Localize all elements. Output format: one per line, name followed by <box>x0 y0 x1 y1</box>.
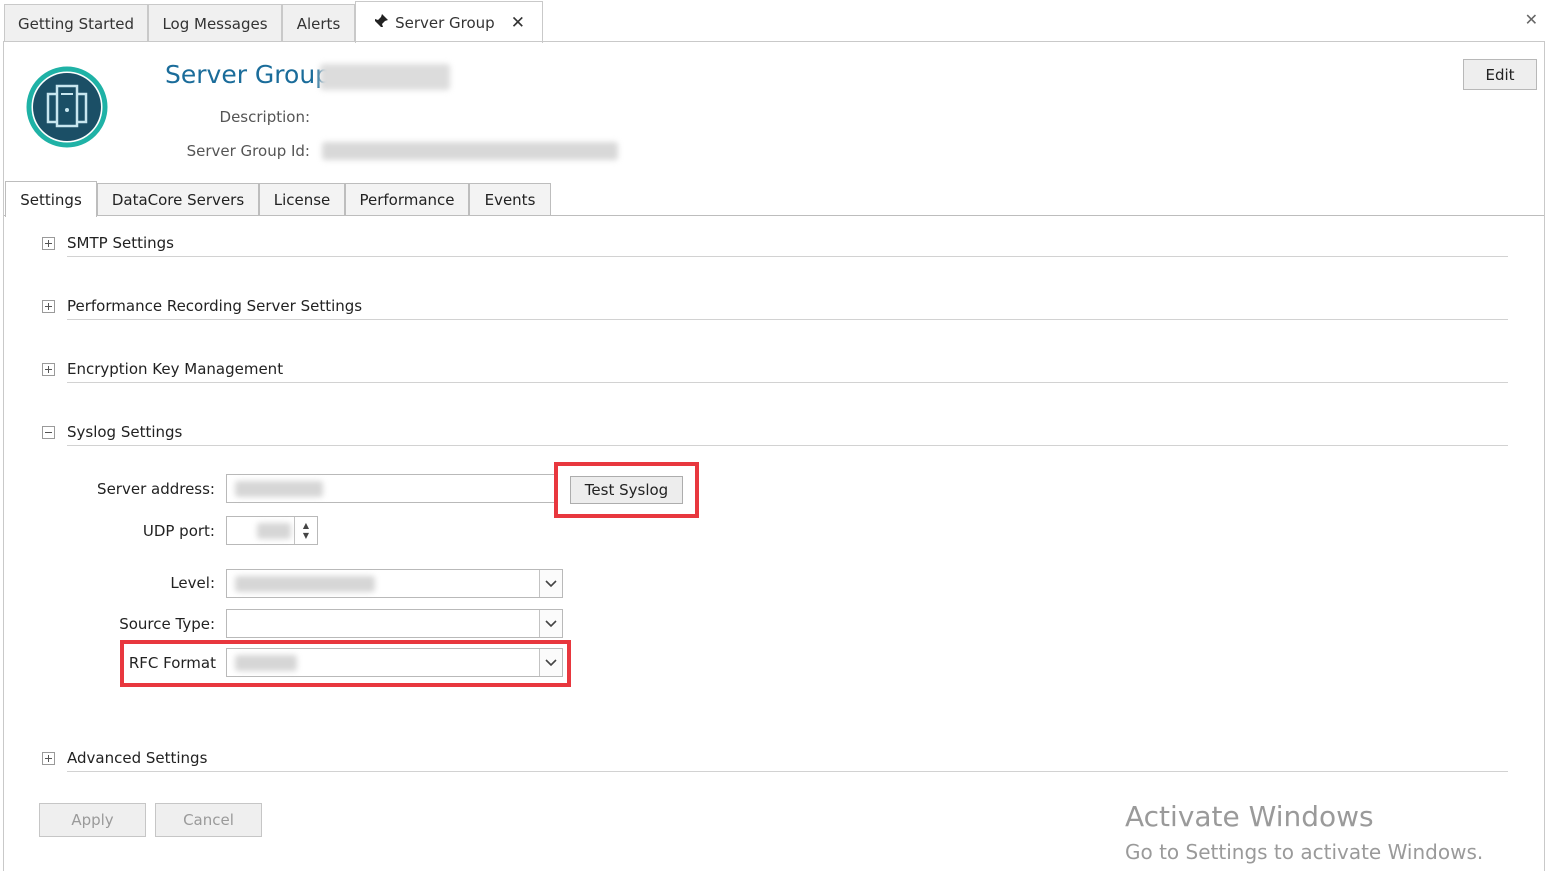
description-label: Description: <box>219 108 310 126</box>
tab-events-label: Events <box>484 190 536 209</box>
page-title: Server Group <box>165 60 332 89</box>
level-label: Level: <box>170 574 215 592</box>
tab-getting-started[interactable]: Getting Started <box>4 4 148 42</box>
pin-icon[interactable] <box>373 13 389 33</box>
tab-server-group-label: Server Group <box>395 13 495 32</box>
tab-log-messages[interactable]: Log Messages <box>148 4 282 42</box>
tab-log-messages-label: Log Messages <box>162 14 268 33</box>
cancel-button[interactable]: Cancel <box>155 803 262 837</box>
tab-events[interactable]: Events <box>469 183 551 216</box>
chevron-down-icon[interactable] <box>539 649 562 676</box>
udp-port-label: UDP port: <box>142 522 215 540</box>
encryption-key-header[interactable]: Encryption Key Management <box>67 360 283 378</box>
edit-button[interactable]: Edit <box>1463 59 1537 90</box>
rfc-format-value-redacted <box>235 655 297 671</box>
udp-port-value-redacted <box>257 523 291 539</box>
server-group-id-label: Server Group Id: <box>186 142 310 160</box>
spin-up-icon[interactable]: ▲ <box>303 521 309 531</box>
tab-alerts[interactable]: Alerts <box>282 4 355 42</box>
content-frame <box>3 41 1545 871</box>
section-divider <box>67 445 1508 446</box>
tab-performance[interactable]: Performance <box>345 183 469 216</box>
activate-windows-subtext: Go to Settings to activate Windows. <box>1125 840 1484 864</box>
tab-alerts-label: Alerts <box>296 14 341 33</box>
expand-perf-recording-icon[interactable] <box>42 300 55 313</box>
server-address-label: Server address: <box>97 480 215 498</box>
collapse-syslog-icon[interactable] <box>42 426 55 439</box>
tab-settings-label: Settings <box>20 190 82 209</box>
tab-settings[interactable]: Settings <box>5 181 97 217</box>
perf-recording-settings-header[interactable]: Performance Recording Server Settings <box>67 297 362 315</box>
source-type-label: Source Type: <box>119 615 215 633</box>
apply-button[interactable]: Apply <box>39 803 146 837</box>
server-group-icon <box>26 66 110 150</box>
test-syslog-button[interactable]: Test Syslog <box>570 476 683 504</box>
section-divider <box>67 771 1508 772</box>
expand-encryption-icon[interactable] <box>42 363 55 376</box>
tab-server-group[interactable]: Server Group ✕ <box>355 1 543 43</box>
udp-port-stepper[interactable]: ▲ ▼ <box>226 516 318 545</box>
syslog-settings-header[interactable]: Syslog Settings <box>67 423 182 441</box>
section-divider <box>67 382 1508 383</box>
tab-license[interactable]: License <box>259 183 345 216</box>
server-address-input[interactable] <box>226 474 556 503</box>
server-address-value-redacted <box>235 481 323 497</box>
tab-datacore-servers[interactable]: DataCore Servers <box>97 183 259 216</box>
level-dropdown[interactable] <box>226 569 563 598</box>
advanced-settings-header[interactable]: Advanced Settings <box>67 749 207 767</box>
tab-license-label: License <box>273 190 331 209</box>
tab-performance-label: Performance <box>359 190 455 209</box>
spin-down-icon[interactable]: ▼ <box>303 531 309 541</box>
tab-getting-started-label: Getting Started <box>18 14 134 33</box>
close-tab-icon[interactable]: ✕ <box>511 13 525 33</box>
expand-smtp-icon[interactable] <box>42 237 55 250</box>
document-tab-bar: Getting Started Log Messages Alerts Serv… <box>0 0 1546 43</box>
section-divider <box>67 256 1508 257</box>
section-divider <box>67 319 1508 320</box>
chevron-down-icon[interactable] <box>539 610 562 637</box>
level-value-redacted <box>235 576 375 592</box>
rfc-format-label: RFC Format <box>128 654 216 672</box>
source-type-dropdown[interactable] <box>226 609 563 638</box>
server-group-id-redacted <box>322 142 618 160</box>
tab-datacore-servers-label: DataCore Servers <box>111 190 245 209</box>
close-window-icon[interactable]: ✕ <box>1525 10 1538 29</box>
spin-buttons[interactable]: ▲ ▼ <box>294 517 317 544</box>
rfc-format-dropdown[interactable] <box>226 648 563 677</box>
smtp-settings-header[interactable]: SMTP Settings <box>67 234 174 252</box>
expand-advanced-icon[interactable] <box>42 752 55 765</box>
activate-windows-watermark: Activate Windows <box>1125 800 1374 833</box>
chevron-down-icon[interactable] <box>539 570 562 597</box>
server-group-name-redacted <box>320 64 450 90</box>
